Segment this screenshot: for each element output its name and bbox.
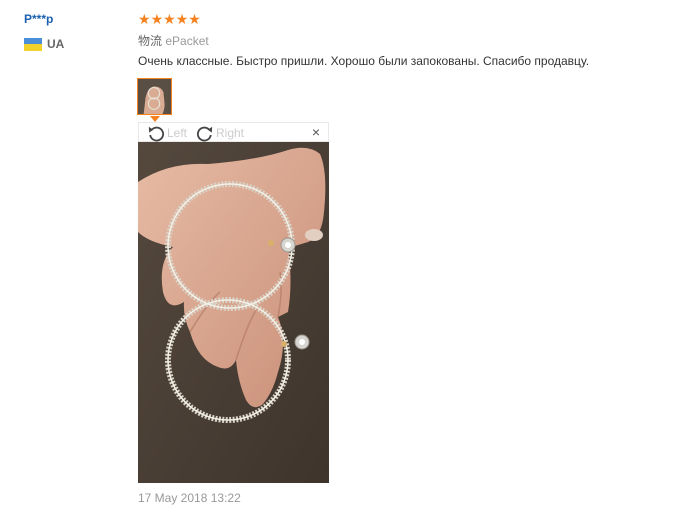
star-icon: ★ (163, 11, 176, 27)
image-viewer-toolbar: Left Right × (138, 122, 329, 142)
logistics-label: 物流 (138, 34, 163, 48)
rating-stars: ★ ★ ★ ★ ★ (138, 12, 201, 26)
rotate-left-label: Left (167, 126, 188, 140)
shipping-info: 物流 ePacket (138, 32, 209, 49)
rotate-right-icon (197, 126, 213, 142)
ukraine-flag-icon (24, 37, 42, 51)
review-photo-thumbnail[interactable] (137, 78, 172, 115)
close-icon[interactable]: × (312, 124, 320, 140)
rotate-left-button[interactable]: Left (147, 124, 187, 142)
star-icon: ★ (175, 11, 189, 27)
star-icon: ★ (188, 11, 201, 27)
logistics-value: ePacket (165, 34, 209, 48)
country-code: UA (47, 37, 65, 51)
rotate-right-button[interactable]: Right (196, 124, 244, 142)
review-date: 17 May 2018 13:22 (138, 491, 241, 505)
reviewer-country: UA (24, 37, 64, 51)
rotate-left-icon (148, 126, 164, 142)
reviewer-name[interactable]: P***p (24, 12, 53, 26)
star-icon: ★ (138, 11, 151, 27)
rotate-right-label: Right (216, 126, 245, 140)
review-photo-large[interactable] (138, 142, 329, 483)
review-text: Очень классные. Быстро пришли. Хорошо бы… (138, 54, 590, 68)
star-icon: ★ (150, 11, 164, 27)
